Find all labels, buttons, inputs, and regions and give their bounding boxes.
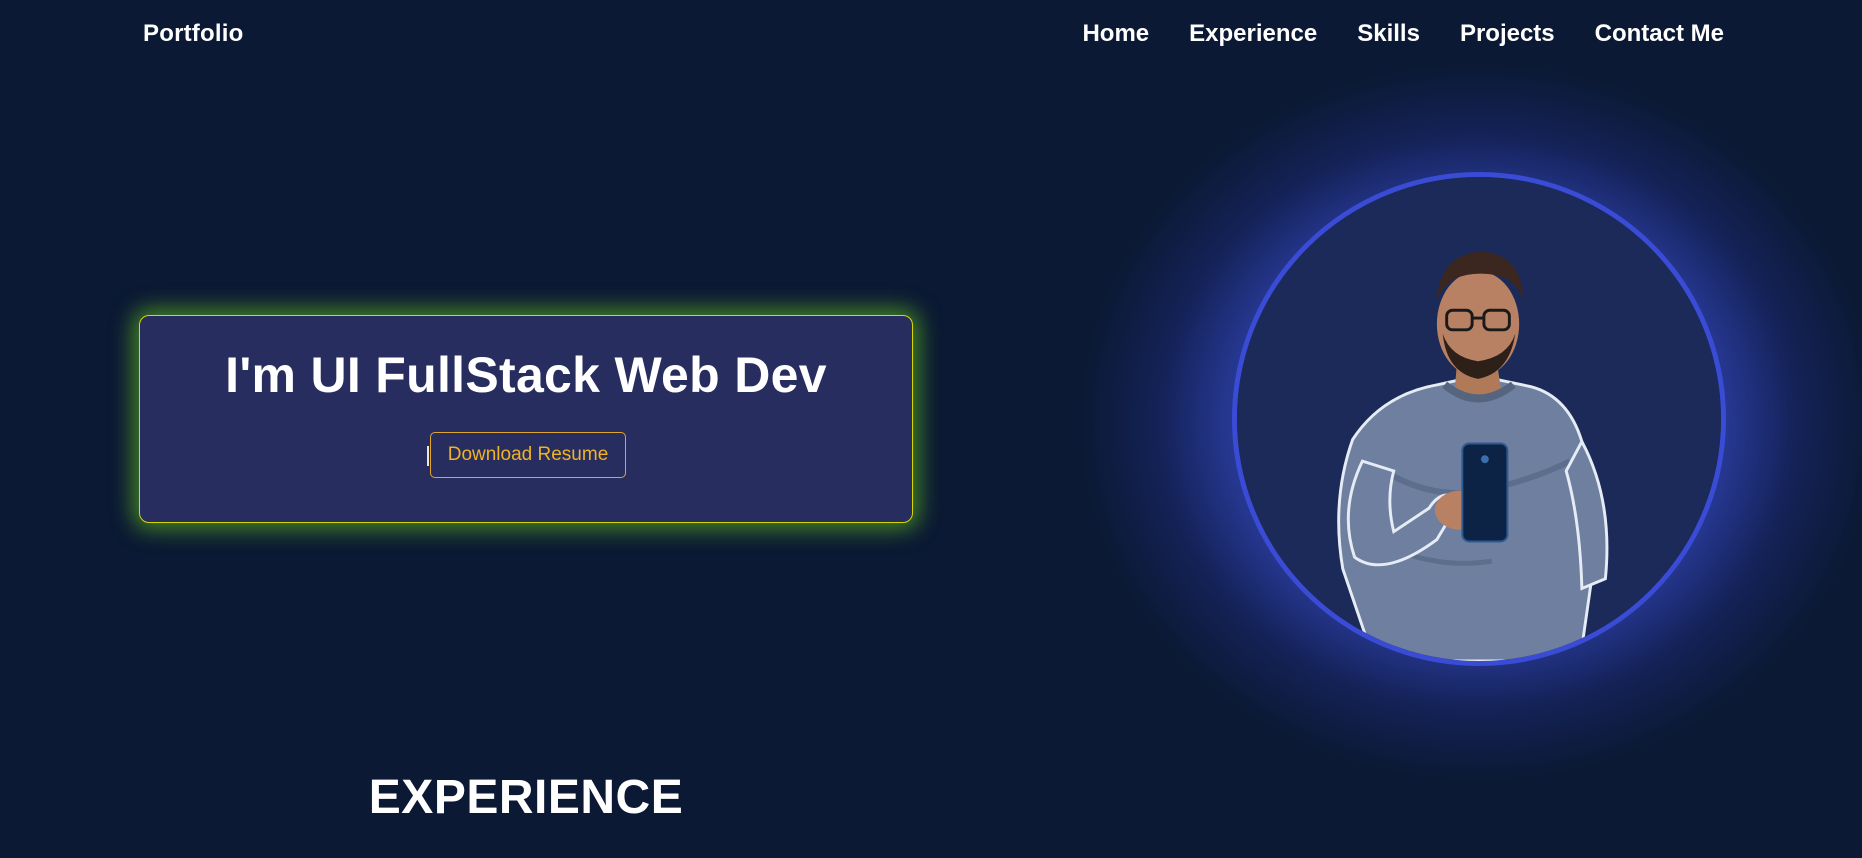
experience-section-title: EXPERIENCE [368, 771, 684, 824]
profile-photo [1237, 177, 1721, 661]
navbar: Portfolio Home Experience Skills Project… [0, 0, 1862, 72]
text-caret [427, 446, 429, 466]
nav-link-home[interactable]: Home [1082, 20, 1149, 48]
hero-title: I'm UI FullStack Web Dev [225, 347, 827, 403]
nav-link-experience[interactable]: Experience [1189, 20, 1317, 48]
profile-avatar [1232, 172, 1726, 666]
nav-link-contact[interactable]: Contact Me [1595, 20, 1724, 48]
hero-card: I'm UI FullStack Web Dev Download Resume [139, 315, 913, 523]
nav-links: Home Experience Skills Projects Contact … [1082, 20, 1724, 48]
nav-link-projects[interactable]: Projects [1460, 20, 1555, 48]
download-resume-button[interactable]: Download Resume [430, 432, 626, 478]
nav-link-skills[interactable]: Skills [1357, 20, 1420, 48]
brand-logo[interactable]: Portfolio [143, 20, 243, 48]
